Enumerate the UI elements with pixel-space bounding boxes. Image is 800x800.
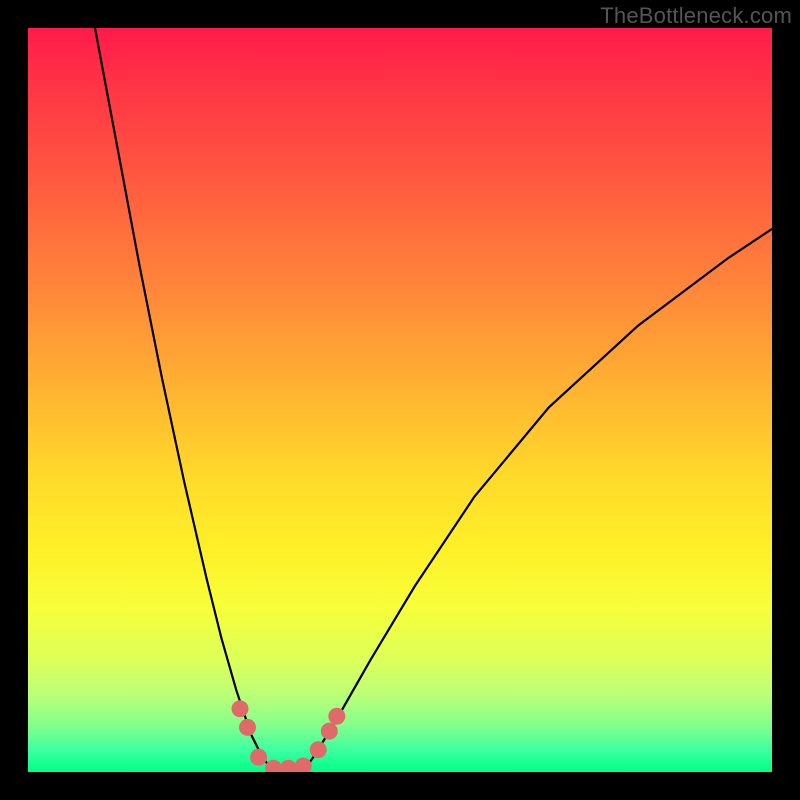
watermark-text: TheBottleneck.com (600, 3, 792, 29)
marker-dot (265, 760, 282, 772)
outer-frame: TheBottleneck.com (0, 0, 800, 800)
marker-dot (328, 708, 345, 725)
marker-dot (310, 741, 327, 758)
marker-dot (321, 723, 338, 740)
marker-dot (232, 700, 249, 717)
marker-dot (295, 758, 312, 773)
marker-group (232, 700, 346, 772)
marker-dot (280, 760, 297, 772)
chart-svg (28, 28, 772, 772)
plot-area (28, 28, 772, 772)
marker-dot (250, 749, 267, 766)
marker-dot (239, 719, 256, 736)
curve-left-branch (95, 28, 274, 772)
curve-right-branch (303, 229, 772, 772)
